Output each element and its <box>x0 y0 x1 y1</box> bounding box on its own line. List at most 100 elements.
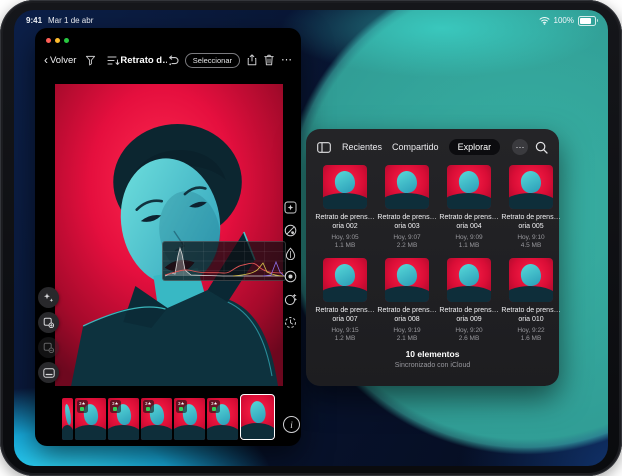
file-name: Retrato de prens…oria 010 <box>500 306 562 325</box>
file-name: Retrato de prens…oria 009 <box>438 306 500 325</box>
battery-percent: 100% <box>554 16 574 25</box>
file-thumbnail <box>509 165 553 209</box>
filmstrip-thumbnail[interactable]: 3★ <box>75 398 106 440</box>
history-icon[interactable] <box>283 315 297 329</box>
copy-edits-icon[interactable] <box>38 312 59 333</box>
file-name: Retrato de prens…oria 007 <box>314 306 376 325</box>
file-time: Hoy, 9:09 <box>455 234 482 241</box>
file-time: Hoy, 9:15 <box>331 327 358 334</box>
file-name: Retrato de prens…oria 008 <box>376 306 438 325</box>
document-title: Retrato d… <box>120 55 166 66</box>
editor-toolbar: ‹ Volver Retrato d… Seleccionar <box>35 47 301 73</box>
filmstrip-thumbnail[interactable]: 3★ <box>141 398 172 440</box>
curves-icon[interactable] <box>283 223 297 237</box>
file-item[interactable]: Retrato de prens…oria 007 Hoy, 9:15 1.2 … <box>314 258 376 342</box>
edit-badge: 3★ <box>143 400 154 413</box>
edited-indicator <box>212 407 216 411</box>
filmstrip-thumbnail[interactable] <box>62 398 73 440</box>
status-time: 9:41 <box>26 16 42 25</box>
files-tabs: Recientes Compartido Explorar <box>342 139 500 155</box>
file-name: Retrato de prens…oria 003 <box>376 213 438 232</box>
tab-compartido[interactable]: Compartido <box>392 142 439 152</box>
file-thumbnail <box>323 165 367 209</box>
panel-toggle-icon[interactable] <box>38 362 59 383</box>
file-item[interactable]: Retrato de prens…oria 004 Hoy, 9:09 1.1 … <box>438 165 500 249</box>
tab-explorar[interactable]: Explorar <box>449 139 501 155</box>
trash-icon[interactable] <box>264 54 274 66</box>
status-date: Mar 1 de abr <box>48 16 93 25</box>
file-time: Hoy, 9:10 <box>517 234 544 241</box>
sort-icon[interactable] <box>107 55 120 66</box>
filmstrip-thumbnail[interactable]: 3★ <box>207 398 238 440</box>
file-item[interactable]: Retrato de prens…oria 009 Hoy, 9:20 2.6 … <box>438 258 500 342</box>
file-time: Hoy, 9:20 <box>455 327 482 334</box>
file-thumbnail <box>509 258 553 302</box>
histogram-panel[interactable] <box>162 241 286 281</box>
search-icon[interactable] <box>535 141 548 154</box>
undo-icon[interactable] <box>167 55 179 66</box>
file-time: Hoy, 9:05 <box>331 234 358 241</box>
file-item[interactable]: Retrato de prens…oria 008 Hoy, 9:19 2.1 … <box>376 258 438 342</box>
file-size: 2.6 MB <box>459 335 480 342</box>
file-size: 2.1 MB <box>397 335 418 342</box>
auto-adjust-icon[interactable] <box>38 287 59 308</box>
file-name: Retrato de prens…oria 005 <box>500 213 562 232</box>
more-options-icon[interactable]: ⋯ <box>512 139 528 155</box>
selective-edit-icon[interactable] <box>283 246 297 260</box>
wifi-icon <box>539 16 550 25</box>
filmstrip: 3★ 3★ 3★ 3★ 3★ <box>62 396 279 440</box>
file-grid: Retrato de prens…oria 002 Hoy, 9:05 1.1 … <box>306 161 559 342</box>
zoom-window-button[interactable] <box>64 38 69 43</box>
close-window-button[interactable] <box>46 38 51 43</box>
files-header: Recientes Compartido Explorar ⋯ <box>306 129 559 161</box>
more-icon[interactable]: ⋯ <box>281 55 292 66</box>
files-footer: 10 elementos Sincronizado con iCloud <box>306 349 559 369</box>
file-thumbnail <box>447 258 491 302</box>
filter-icon[interactable] <box>85 55 96 66</box>
editor-canvas <box>35 78 301 390</box>
file-item[interactable]: Retrato de prens…oria 002 Hoy, 9:05 1.1 … <box>314 165 376 249</box>
edited-indicator <box>146 407 150 411</box>
icloud-sync-status: Sincronizado con iCloud <box>306 362 559 369</box>
paste-edits-icon[interactable] <box>38 337 59 358</box>
portrait-image <box>55 84 283 386</box>
file-item[interactable]: Retrato de prens…oria 005 Hoy, 9:10 4.5 … <box>500 165 562 249</box>
filmstrip-thumbnail[interactable]: 3★ <box>108 398 139 440</box>
edit-badge: 3★ <box>77 400 88 413</box>
edited-indicator <box>179 407 183 411</box>
photo-editor-window: ‹ Volver Retrato d… Seleccionar <box>35 28 301 446</box>
histogram-chart <box>163 242 285 280</box>
edited-indicator <box>80 407 84 411</box>
file-thumbnail <box>385 165 429 209</box>
filmstrip-thumbnail-selected[interactable] <box>240 394 275 440</box>
screenshot: 9:41 Mar 1 de abr 100% ‹ Volver <box>0 0 622 476</box>
file-size: 1.1 MB <box>335 242 356 249</box>
effects-icon[interactable] <box>283 292 297 306</box>
file-time: Hoy, 9:07 <box>393 234 420 241</box>
share-icon[interactable] <box>247 54 257 66</box>
file-size: 1.2 MB <box>335 335 356 342</box>
status-bar: 9:41 Mar 1 de abr 100% <box>26 13 596 28</box>
back-button[interactable]: ‹ Volver <box>44 55 76 66</box>
select-button[interactable]: Seleccionar <box>185 53 240 68</box>
vignette-icon[interactable] <box>283 269 297 283</box>
info-button[interactable]: i <box>283 416 300 433</box>
file-size: 2.2 MB <box>397 242 418 249</box>
file-item[interactable]: Retrato de prens…oria 003 Hoy, 9:07 2.2 … <box>376 165 438 249</box>
minimize-window-button[interactable] <box>55 38 60 43</box>
file-item[interactable]: Retrato de prens…oria 010 Hoy, 9:22 1.6 … <box>500 258 562 342</box>
file-size: 1.1 MB <box>459 242 480 249</box>
edit-badge: 3★ <box>176 400 187 413</box>
file-time: Hoy, 9:19 <box>393 327 420 334</box>
sidebar-toggle-icon[interactable] <box>317 142 331 153</box>
window-controls[interactable] <box>46 38 69 43</box>
filmstrip-thumbnail[interactable]: 3★ <box>174 398 205 440</box>
photo-preview[interactable] <box>55 84 283 386</box>
item-count: 10 elementos <box>306 349 559 359</box>
file-name: Retrato de prens…oria 002 <box>314 213 376 232</box>
tab-recientes[interactable]: Recientes <box>342 142 382 152</box>
file-thumbnail <box>323 258 367 302</box>
edit-tool-rail <box>281 200 299 329</box>
file-size: 1.6 MB <box>521 335 542 342</box>
presets-icon[interactable] <box>283 200 297 214</box>
